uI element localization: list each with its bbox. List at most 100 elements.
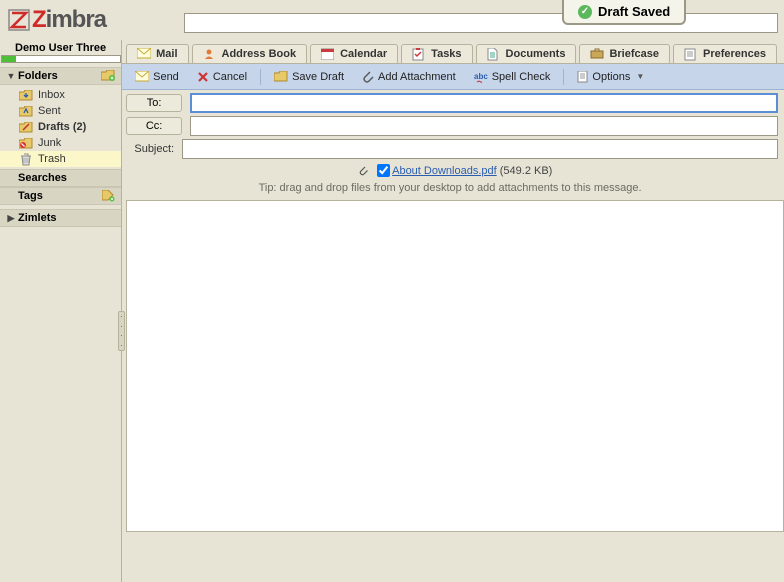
draft-saved-badge: ✓ Draft Saved <box>562 0 686 25</box>
cc-input[interactable] <box>190 116 778 136</box>
to-button[interactable]: To: <box>126 94 182 112</box>
send-icon <box>135 71 149 82</box>
compose-toolbar: Send Cancel Save Draft Add Attachment ab… <box>122 64 784 90</box>
briefcase-icon <box>590 48 604 60</box>
drafts-icon <box>18 120 34 134</box>
tasks-icon <box>412 48 426 60</box>
send-button[interactable]: Send <box>128 68 186 86</box>
tab-documents[interactable]: Documents <box>476 44 577 63</box>
main-panel: Mail Address Book Calendar Tasks Documen… <box>122 40 784 582</box>
tab-label: Calendar <box>340 48 387 60</box>
btn-label: To: <box>147 97 162 109</box>
contacts-icon <box>203 48 217 60</box>
tab-label: Mail <box>156 48 177 60</box>
folder-sent[interactable]: Sent <box>0 103 121 119</box>
junk-icon <box>18 136 34 150</box>
app-tabs: Mail Address Book Calendar Tasks Documen… <box>122 40 784 64</box>
tab-label: Preferences <box>703 48 766 60</box>
trash-icon <box>18 152 34 166</box>
user-block: Demo User Three <box>0 40 121 67</box>
new-folder-icon[interactable] <box>101 70 115 82</box>
chevron-down-icon: ▼ <box>636 72 644 81</box>
logo: Zimbra <box>0 0 178 40</box>
attachment-link[interactable]: About Downloads.pdf <box>392 165 497 177</box>
folders-section-header[interactable]: ▼ Folders <box>0 67 121 85</box>
tab-label: Documents <box>506 48 566 60</box>
tab-briefcase[interactable]: Briefcase <box>579 44 670 63</box>
sent-icon <box>18 104 34 118</box>
folder-list: Inbox Sent Drafts (2) Junk Trash <box>0 85 121 169</box>
chevron-down-icon: ▼ <box>6 71 16 81</box>
paperclip-icon <box>362 70 374 83</box>
calendar-icon <box>321 48 335 60</box>
btn-label: Send <box>153 71 179 83</box>
attachment-checkbox[interactable] <box>377 164 390 177</box>
sidebar-splitter[interactable] <box>118 311 125 351</box>
tab-preferences[interactable]: Preferences <box>673 44 777 63</box>
btn-label: Options <box>592 71 630 83</box>
search-input[interactable] <box>184 13 778 33</box>
chevron-right-icon: ▶ <box>6 213 16 224</box>
draft-saved-text: Draft Saved <box>598 4 670 19</box>
folder-label: Sent <box>38 105 61 117</box>
save-icon <box>274 71 288 82</box>
folder-label: Inbox <box>38 89 65 101</box>
subject-input[interactable] <box>182 139 778 159</box>
spell-check-button[interactable]: abc Spell Check <box>467 68 558 86</box>
folders-label: Folders <box>18 70 58 82</box>
attachment-row: About Downloads.pdf (549.2 KB) <box>122 162 778 179</box>
searches-label: Searches <box>18 172 67 184</box>
folder-junk[interactable]: Junk <box>0 135 121 151</box>
cancel-icon <box>197 71 209 83</box>
btn-label: Cancel <box>213 71 247 83</box>
add-attachment-button[interactable]: Add Attachment <box>355 67 463 86</box>
options-button[interactable]: Options ▼ <box>570 68 651 86</box>
compose-form: To: Cc: Subject: About Downloads.pdf (54… <box>122 90 784 200</box>
attachment-tip: Tip: drag and drop files from your deskt… <box>122 179 778 200</box>
tab-tasks[interactable]: Tasks <box>401 44 472 63</box>
tab-label: Briefcase <box>609 48 659 60</box>
folder-label: Trash <box>38 153 66 165</box>
attachment-size: (549.2 KB) <box>500 165 553 177</box>
cancel-button[interactable]: Cancel <box>190 68 254 86</box>
new-tag-icon[interactable] <box>102 190 115 202</box>
btn-label: Spell Check <box>492 71 551 83</box>
save-draft-button[interactable]: Save Draft <box>267 68 351 86</box>
tags-section-header[interactable]: Tags <box>0 187 121 205</box>
preferences-icon <box>684 48 698 60</box>
svg-text:abc: abc <box>474 72 488 81</box>
tab-label: Address Book <box>222 48 297 60</box>
separator <box>260 69 261 85</box>
folder-label: Junk <box>38 137 61 149</box>
message-body-editor[interactable] <box>126 200 784 532</box>
inbox-icon <box>18 88 34 102</box>
quota-bar <box>1 55 121 63</box>
user-name: Demo User Three <box>0 42 121 54</box>
tab-mail[interactable]: Mail <box>126 44 188 63</box>
tab-label: Tasks <box>431 48 461 60</box>
documents-icon <box>487 48 501 60</box>
zimlets-label: Zimlets <box>18 212 57 224</box>
folder-drafts[interactable]: Drafts (2) <box>0 119 121 135</box>
paperclip-icon <box>358 165 369 177</box>
tab-address-book[interactable]: Address Book <box>192 44 308 63</box>
searches-section-header[interactable]: Searches <box>0 169 121 187</box>
mail-icon <box>137 48 151 60</box>
cc-button[interactable]: Cc: <box>126 117 182 135</box>
btn-label: Save Draft <box>292 71 344 83</box>
brand-text: Zimbra <box>32 6 106 34</box>
tags-label: Tags <box>18 190 43 202</box>
folder-trash[interactable]: Trash <box>0 151 121 167</box>
tab-calendar[interactable]: Calendar <box>310 44 398 63</box>
folder-label: Drafts (2) <box>38 121 86 133</box>
btn-label: Add Attachment <box>378 71 456 83</box>
to-input[interactable] <box>190 93 778 113</box>
separator <box>563 69 564 85</box>
folder-inbox[interactable]: Inbox <box>0 87 121 103</box>
zimlets-section-header[interactable]: ▶ Zimlets <box>0 209 121 227</box>
spellcheck-icon: abc <box>474 71 488 83</box>
check-icon: ✓ <box>578 5 592 19</box>
zimbra-logo-icon <box>8 9 30 31</box>
subject-label: Subject: <box>126 143 182 155</box>
sidebar: Demo User Three ▼ Folders Inbox Sent Dra… <box>0 40 122 582</box>
